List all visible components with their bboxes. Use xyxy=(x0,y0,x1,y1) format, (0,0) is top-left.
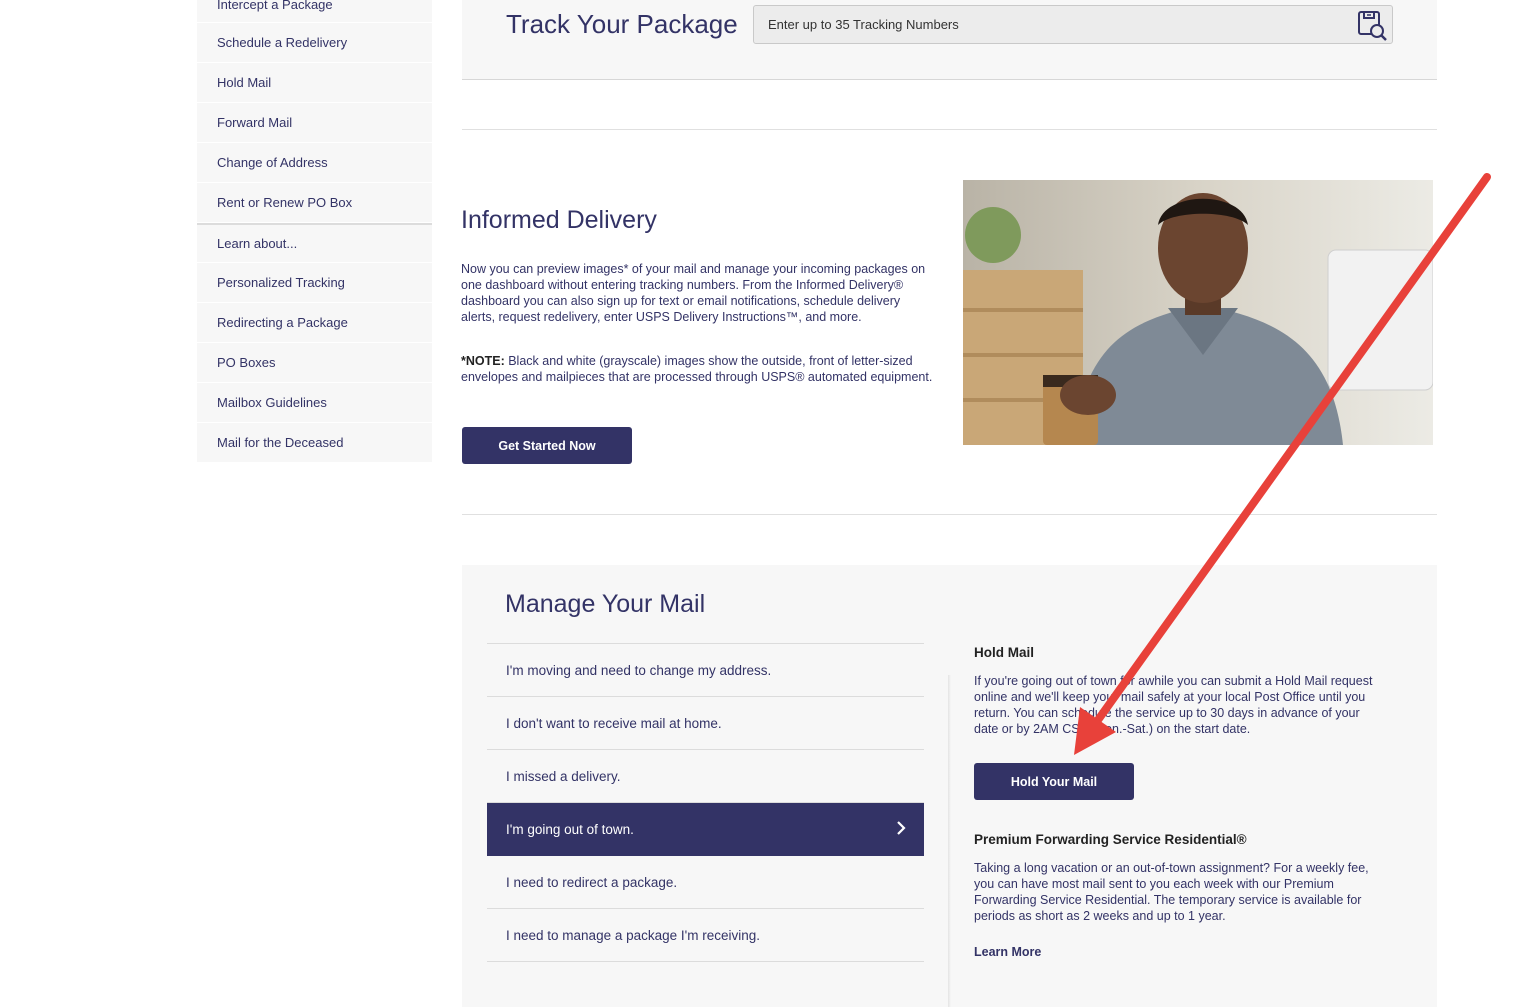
sidebar-item-learn-about[interactable]: Learn about... xyxy=(197,223,432,263)
hold-your-mail-button[interactable]: Hold Your Mail xyxy=(974,763,1134,800)
sidebar-item-intercept-package[interactable]: Intercept a Package xyxy=(197,0,432,23)
note-text: Black and white (grayscale) images show … xyxy=(461,354,933,384)
search-package-icon[interactable] xyxy=(1356,9,1388,41)
track-package-bar: Track Your Package xyxy=(462,0,1437,80)
sidebar-item-hold-mail[interactable]: Hold Mail xyxy=(197,63,432,103)
option-label: I'm going out of town. xyxy=(506,821,634,837)
sidebar-item-po-boxes[interactable]: PO Boxes xyxy=(197,343,432,383)
sidebar-item-mail-deceased[interactable]: Mail for the Deceased xyxy=(197,423,432,463)
panel-divider xyxy=(948,675,951,1007)
hero-photo-man-with-coffee xyxy=(963,180,1433,445)
premium-forwarding-title: Premium Forwarding Service Residential® xyxy=(974,832,1247,847)
informed-delivery-title: Informed Delivery xyxy=(461,206,657,234)
track-title: Track Your Package xyxy=(506,9,738,39)
chevron-right-icon xyxy=(897,821,906,835)
hold-mail-title: Hold Mail xyxy=(974,645,1034,660)
sidebar-item-personalized-tracking[interactable]: Personalized Tracking xyxy=(197,263,432,303)
manage-your-mail-section: Manage Your Mail I'm moving and need to … xyxy=(462,565,1437,1007)
sidebar: Intercept a Package Schedule a Redeliver… xyxy=(197,0,432,463)
option-redirect-package[interactable]: I need to redirect a package. xyxy=(487,856,924,909)
section-divider xyxy=(462,129,1437,130)
option-going-out-of-town[interactable]: I'm going out of town. xyxy=(487,803,924,856)
learn-more-link[interactable]: Learn More xyxy=(974,945,1041,959)
option-manage-package[interactable]: I need to manage a package I'm receiving… xyxy=(487,909,924,962)
sidebar-item-po-box[interactable]: Rent or Renew PO Box xyxy=(197,183,432,223)
sidebar-item-forward-mail[interactable]: Forward Mail xyxy=(197,103,432,143)
option-missed-delivery[interactable]: I missed a delivery. xyxy=(487,750,924,803)
note-label: *NOTE: xyxy=(461,354,505,368)
get-started-button[interactable]: Get Started Now xyxy=(462,427,632,464)
manage-your-mail-title: Manage Your Mail xyxy=(505,590,706,618)
option-stop-mail-home[interactable]: I don't want to receive mail at home. xyxy=(487,697,924,750)
tracking-number-input[interactable] xyxy=(753,5,1393,44)
section-divider xyxy=(462,514,1437,515)
sidebar-item-schedule-redelivery[interactable]: Schedule a Redelivery xyxy=(197,23,432,63)
sidebar-item-mailbox-guidelines[interactable]: Mailbox Guidelines xyxy=(197,383,432,423)
sidebar-item-redirecting-package[interactable]: Redirecting a Package xyxy=(197,303,432,343)
informed-delivery-note: *NOTE: Black and white (grayscale) image… xyxy=(461,353,933,385)
option-change-address[interactable]: I'm moving and need to change my address… xyxy=(487,644,924,697)
premium-forwarding-description: Taking a long vacation or an out-of-town… xyxy=(974,861,1369,923)
mail-options-list: I'm moving and need to change my address… xyxy=(487,643,924,962)
informed-delivery-description: Now you can preview images* of your mail… xyxy=(461,262,926,324)
hold-mail-description: If you're going out of town for awhile y… xyxy=(974,674,1373,736)
sidebar-item-change-address[interactable]: Change of Address xyxy=(197,143,432,183)
